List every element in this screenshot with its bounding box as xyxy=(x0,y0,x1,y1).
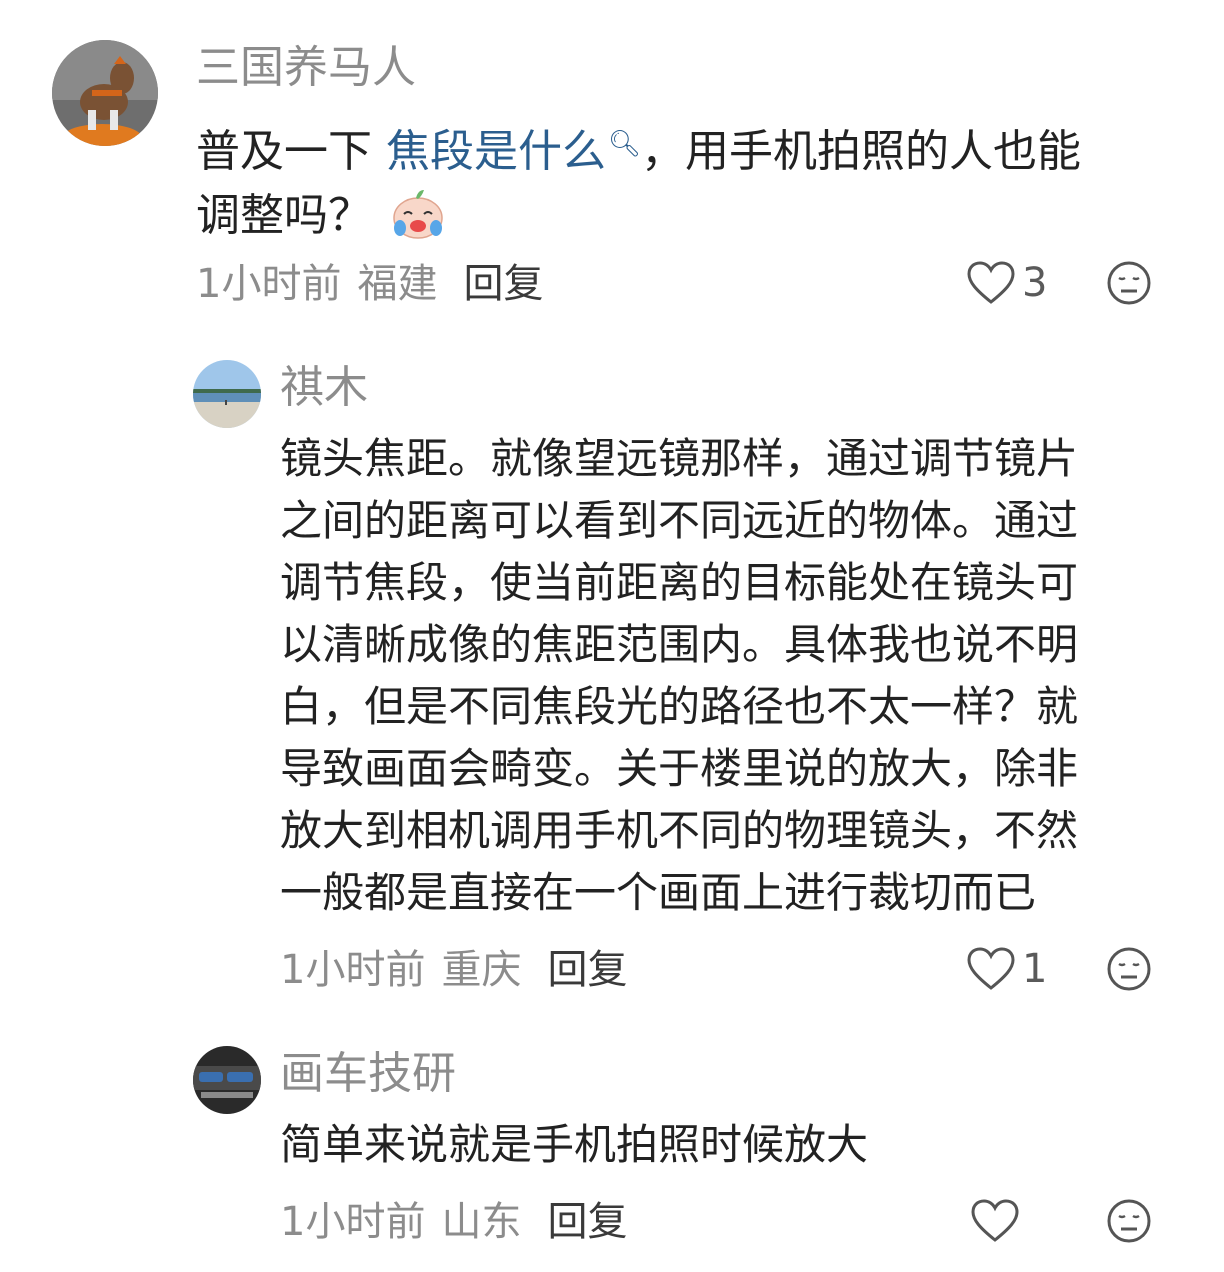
text-line: 之间的距离可以看到不同远近的物体。通过 xyxy=(280,496,1079,545)
heart-icon xyxy=(971,1199,1019,1242)
dislike-button[interactable] xyxy=(1106,1198,1152,1244)
keyword-link[interactable]: 焦段是什么 xyxy=(386,126,606,177)
text-line: 调节焦段，使当前距离的目标能处在镜头可 xyxy=(280,558,1079,607)
like-button[interactable] xyxy=(970,1196,1026,1246)
reply-button[interactable]: 回复 xyxy=(547,1199,627,1245)
dislike-button[interactable] xyxy=(1106,260,1152,306)
text-line: 一般都是直接在一个画面上进行裁切而已 xyxy=(280,868,1037,917)
heart-icon xyxy=(967,261,1015,304)
comment-meta: 1小时前 福建 回复 xyxy=(196,258,543,310)
reply-button[interactable]: 回复 xyxy=(463,261,543,307)
crying-laughing-emoji-icon xyxy=(390,186,446,242)
avatar[interactable] xyxy=(193,1046,261,1114)
text-segment: ，用手机拍照的人也能 xyxy=(641,126,1082,177)
text-line: 镜头焦距。就像望远镜那样，通过调节镜片 xyxy=(280,434,1079,483)
like-count: 1 xyxy=(1022,946,1048,992)
text-line: 导致画面会畸变。关于楼里说的放大，除非 xyxy=(280,744,1079,793)
username[interactable]: 三国养马人 xyxy=(196,38,416,98)
timestamp: 1小时前 xyxy=(280,1199,426,1245)
beach-avatar-image xyxy=(193,360,261,428)
like-button[interactable]: 3 xyxy=(966,258,1047,308)
location: 重庆 xyxy=(441,947,522,993)
like-count: 3 xyxy=(1022,260,1048,306)
text-line: 以清晰成像的焦距范围内。具体我也说不明 xyxy=(280,620,1079,669)
text-segment: 普及一下 xyxy=(196,126,386,177)
search-icon[interactable]: 🔍︎ xyxy=(608,129,641,159)
horse-toy-avatar-image xyxy=(52,40,158,146)
car-photo-avatar-image xyxy=(193,1046,261,1114)
text-segment: 调整吗？ xyxy=(196,190,372,241)
location: 山东 xyxy=(441,1199,522,1245)
username[interactable]: 画车技研 xyxy=(280,1044,456,1104)
like-button[interactable]: 1 xyxy=(966,944,1047,994)
comment-text: 普及一下 焦段是什么🔍︎，用手机拍照的人也能 调整吗？ xyxy=(196,112,1176,248)
timestamp: 1小时前 xyxy=(280,947,426,993)
dislike-button[interactable] xyxy=(1106,946,1152,992)
comment-meta: 1小时前 重庆 回复 xyxy=(280,944,627,996)
location: 福建 xyxy=(357,261,438,307)
comment-meta: 1小时前 山东 回复 xyxy=(280,1196,627,1248)
comment-text: 简单来说就是手机拍照时候放大 xyxy=(280,1120,869,1169)
timestamp: 1小时前 xyxy=(196,261,342,307)
text-line: 白，但是不同焦段光的路径也不太一样？就 xyxy=(280,682,1079,731)
heart-icon xyxy=(967,947,1015,990)
reply-button[interactable]: 回复 xyxy=(547,947,627,993)
meh-face-icon xyxy=(1107,947,1151,991)
meh-face-icon xyxy=(1107,261,1151,305)
avatar[interactable] xyxy=(193,360,261,428)
text-line: 放大到相机调用手机不同的物理镜头，不然 xyxy=(280,806,1079,855)
avatar[interactable] xyxy=(52,40,158,146)
username[interactable]: 祺木 xyxy=(280,358,368,418)
comment-text: 镜头焦距。就像望远镜那样，通过调节镜片 之间的距离可以看到不同远近的物体。通过 … xyxy=(280,428,1180,924)
meh-face-icon xyxy=(1107,1199,1151,1243)
